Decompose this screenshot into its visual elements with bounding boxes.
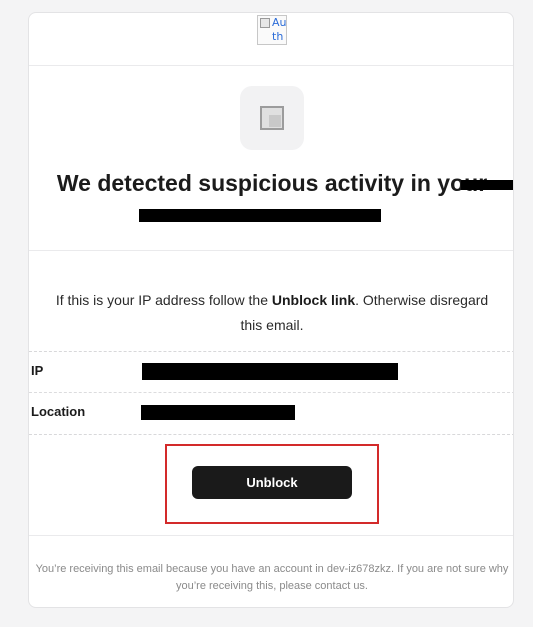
instruction-prefix: If this is your IP address follow the (55, 292, 272, 308)
broken-image-icon (260, 18, 270, 28)
redaction-bar (461, 180, 513, 190)
redaction-bar (139, 209, 381, 222)
ip-label: IP (31, 363, 44, 378)
details-table: IP Location (29, 351, 513, 435)
footer-text: You’re receiving this email because you … (35, 563, 509, 592)
action-section: Unblock (29, 434, 513, 536)
email-card: Auth0 We detected suspicious activity in… (28, 12, 514, 608)
ip-value-redacted (142, 363, 398, 380)
auth0-logo-image: Auth0 (257, 15, 287, 45)
ip-row: IP (29, 352, 513, 393)
location-label: Location (31, 404, 86, 419)
logo-alt-text: Auth0 (272, 16, 287, 43)
location-row: Location (29, 393, 513, 433)
unblock-link-mention: Unblock link (271, 292, 356, 308)
location-value-redacted (141, 405, 295, 420)
header-section: We detected suspicious activity in your (29, 66, 513, 251)
logo-bar: Auth0 (29, 13, 513, 66)
instruction-text: If this is your IP address follow the Un… (49, 288, 495, 338)
headline: We detected suspicious activity in your (56, 170, 488, 196)
image-placeholder-icon (240, 86, 304, 150)
unblock-button[interactable]: Unblock (192, 466, 352, 499)
